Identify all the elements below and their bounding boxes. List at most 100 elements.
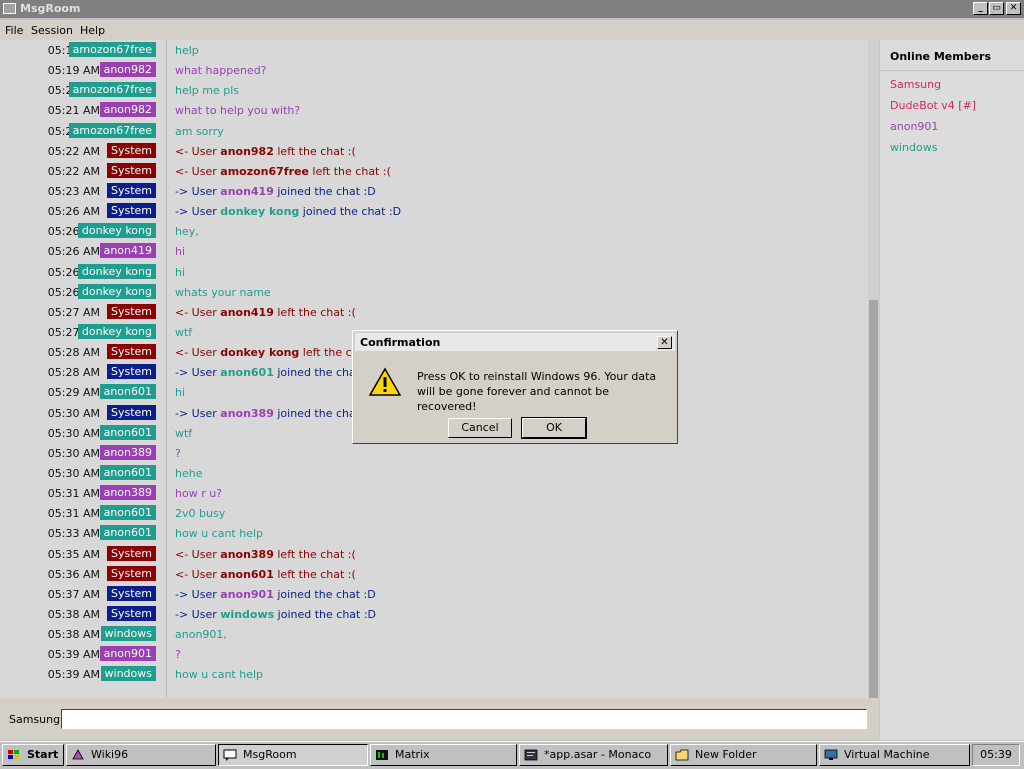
system-prefix: -> User bbox=[175, 184, 221, 198]
taskbar: Start Wiki96 MsgRoom Matrix *app.asar - … bbox=[0, 741, 1024, 769]
message-time: 05:38 AM bbox=[47, 628, 100, 642]
menu-bar: File Session Help bbox=[0, 20, 1024, 40]
message-user-badge[interactable]: windows bbox=[100, 626, 156, 642]
message-user-badge[interactable]: System bbox=[106, 142, 156, 158]
message-text: ? bbox=[175, 648, 181, 662]
message-user-badge[interactable]: System bbox=[106, 303, 156, 319]
message-user-badge[interactable]: anon601 bbox=[99, 384, 156, 400]
dialog-close-button[interactable]: ✕ bbox=[657, 336, 672, 349]
system-prefix: <- User bbox=[175, 305, 221, 319]
message-time: 05:19 AM bbox=[47, 64, 100, 78]
message-user-badge[interactable]: System bbox=[106, 404, 156, 420]
dialog-message-line2: will be gone forever and cannot be recov… bbox=[417, 385, 610, 413]
task-msgroom[interactable]: MsgRoom bbox=[218, 744, 368, 766]
task-new-folder[interactable]: New Folder bbox=[670, 744, 817, 766]
system-prefix: -> User bbox=[175, 406, 221, 420]
message-user-badge[interactable]: anon601 bbox=[99, 525, 156, 541]
dialog-title: Confirmation bbox=[360, 336, 441, 349]
menu-help[interactable]: Help bbox=[80, 24, 105, 37]
close-button[interactable]: ✕ bbox=[1006, 2, 1021, 15]
message-user-badge[interactable]: amozon67free bbox=[68, 42, 156, 57]
nickname-label: Samsung bbox=[9, 713, 61, 726]
chat-message-row: 05:22 AM System <- User amozon67free left … bbox=[0, 162, 868, 180]
start-label: Start bbox=[27, 748, 59, 761]
message-text: wtf bbox=[175, 325, 193, 339]
message-user-badge[interactable]: anon601 bbox=[99, 424, 156, 440]
system-suffix: left the chat :( bbox=[273, 305, 356, 319]
chat-message-row: 05:30 AM anon389? bbox=[0, 444, 868, 462]
system-suffix: joined the chat :D bbox=[274, 607, 377, 621]
members-panel: Online Members Samsung DudeBot v4 [#] anon… bbox=[879, 40, 1024, 740]
maximize-button[interactable]: ▭ bbox=[989, 2, 1004, 15]
scrollbar-thumb[interactable] bbox=[869, 300, 878, 698]
message-time: 05:39 AM bbox=[47, 668, 100, 682]
message-user-badge[interactable]: System bbox=[106, 585, 156, 601]
message-time: 05:30 AM bbox=[47, 406, 100, 420]
message-text: ? bbox=[175, 446, 181, 460]
task-monaco[interactable]: *app.asar - Monaco bbox=[519, 744, 668, 766]
chat-message-row: 05:26 AM anon419 hi bbox=[0, 242, 868, 260]
task-wiki96[interactable]: Wiki96 bbox=[66, 744, 216, 766]
task-virtual-machine[interactable]: Virtual Machine bbox=[819, 744, 970, 766]
message-user-badge[interactable]: amozon67free bbox=[68, 82, 156, 98]
start-button[interactable]: Start bbox=[2, 744, 64, 766]
member-item[interactable]: Samsung bbox=[890, 78, 941, 91]
chat-message-row: 05:22 AM System <- User anon982 left the c… bbox=[0, 142, 868, 160]
chat-scrollbar[interactable] bbox=[868, 40, 879, 698]
message-user-badge[interactable]: donkey kong bbox=[77, 263, 156, 279]
menu-file[interactable]: File bbox=[5, 24, 23, 37]
member-item[interactable]: DudeBot v4 [#] bbox=[890, 99, 976, 112]
message-user-badge[interactable]: System bbox=[106, 605, 156, 621]
message-text: how r u? bbox=[175, 487, 223, 501]
system-username: anon601 bbox=[220, 567, 274, 581]
message-user-badge[interactable]: System bbox=[106, 545, 156, 561]
system-suffix: left the chat :( bbox=[273, 567, 356, 581]
minimize-button[interactable]: _ bbox=[973, 2, 988, 15]
message-user-badge[interactable]: anon601 bbox=[99, 505, 156, 521]
system-suffix: joined the chat :D bbox=[299, 205, 402, 219]
message-user-badge[interactable]: System bbox=[106, 162, 156, 178]
matrix-icon bbox=[376, 750, 388, 760]
menu-session[interactable]: Session bbox=[31, 24, 73, 37]
system-prefix: <- User bbox=[175, 567, 221, 581]
message-user-badge[interactable]: anon601 bbox=[99, 464, 156, 480]
message-user-badge[interactable]: anon419 bbox=[99, 243, 156, 259]
message-input[interactable] bbox=[61, 709, 867, 729]
message-user-badge[interactable]: donkey kong bbox=[77, 283, 156, 299]
window-title: MsgRoom bbox=[20, 2, 81, 15]
ok-button[interactable]: OK bbox=[521, 417, 587, 439]
message-user-badge[interactable]: anon982 bbox=[99, 102, 156, 118]
message-text: -> User windows joined the chat :D bbox=[175, 608, 376, 621]
message-user-badge[interactable]: anon389 bbox=[99, 485, 156, 501]
member-item[interactable]: anon901 bbox=[890, 120, 938, 133]
task-matrix[interactable]: Matrix bbox=[370, 744, 517, 766]
message-user-badge[interactable]: donkey kong bbox=[77, 323, 156, 339]
chat-message-row: 05:20 AMamozon67freehelp me pls bbox=[0, 81, 868, 99]
message-user-badge[interactable]: anon901 bbox=[99, 646, 156, 662]
system-prefix: -> User bbox=[175, 366, 221, 380]
dialog-message-line1: Press OK to reinstall Windows 96. Your d… bbox=[417, 370, 657, 383]
system-username: windows bbox=[220, 607, 275, 621]
message-user-badge[interactable]: donkey kong bbox=[77, 223, 156, 239]
chat-icon bbox=[223, 749, 237, 761]
system-prefix: -> User bbox=[175, 205, 221, 219]
message-user-badge[interactable]: amozon67free bbox=[68, 122, 156, 138]
cancel-button[interactable]: Cancel bbox=[448, 418, 512, 438]
message-text: help me pls bbox=[175, 84, 240, 98]
message-time: 05:22 AM bbox=[47, 144, 100, 158]
message-text: whats your name bbox=[175, 285, 271, 299]
message-user-badge[interactable]: anon389 bbox=[99, 444, 156, 460]
message-user-badge[interactable]: windows bbox=[100, 666, 156, 682]
system-prefix: <- User bbox=[175, 164, 221, 178]
message-user-badge[interactable]: System bbox=[106, 344, 156, 360]
message-time: 05:31 AM bbox=[47, 507, 100, 521]
message-user-badge[interactable]: anon982 bbox=[99, 62, 156, 78]
chat-message-row: 05:39 AM anon901? bbox=[0, 645, 868, 663]
message-user-badge[interactable]: System bbox=[106, 565, 156, 581]
message-user-badge[interactable]: System bbox=[106, 203, 156, 219]
message-user-badge[interactable]: System bbox=[106, 364, 156, 380]
member-item[interactable]: windows bbox=[890, 141, 937, 154]
message-user-badge[interactable]: System bbox=[106, 182, 156, 198]
message-text: -> User donkey kong joined the chat :D bbox=[175, 205, 401, 218]
chat-app-icon bbox=[3, 3, 16, 14]
